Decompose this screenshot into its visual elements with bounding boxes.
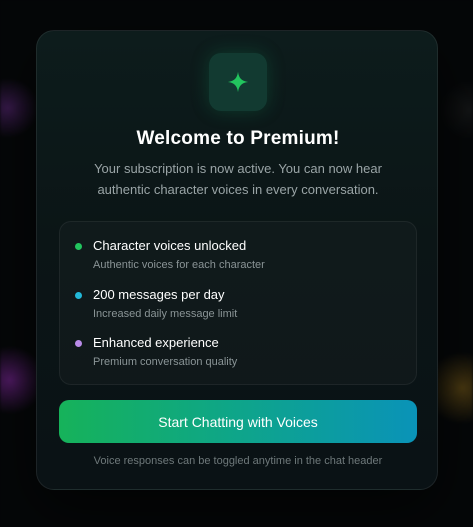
sparkle-icon-tile: [209, 53, 267, 111]
feature-description: Increased daily message limit: [93, 308, 238, 320]
premium-welcome-dialog: Welcome to Premium! Your subscription is…: [36, 30, 438, 490]
feature-description: Authentic voices for each character: [93, 259, 265, 271]
features-panel: Character voices unlocked Authentic voic…: [59, 221, 417, 385]
dialog-title: Welcome to Premium!: [136, 128, 340, 149]
voice-toggle-footnote: Voice responses can be toggled anytime i…: [93, 455, 383, 467]
feature-title: 200 messages per day: [93, 287, 225, 302]
sparkle-icon: [227, 71, 249, 93]
start-chatting-button[interactable]: Start Chatting with Voices: [59, 400, 417, 443]
feature-title: Enhanced experience: [93, 335, 219, 350]
status-dot: [75, 243, 82, 250]
feature-description: Premium conversation quality: [93, 356, 238, 368]
dialog-subtitle: Your subscription is now active. You can…: [94, 161, 382, 197]
feature-title: Character voices unlocked: [93, 238, 247, 253]
status-dot: [75, 340, 82, 347]
status-dot: [75, 292, 82, 299]
